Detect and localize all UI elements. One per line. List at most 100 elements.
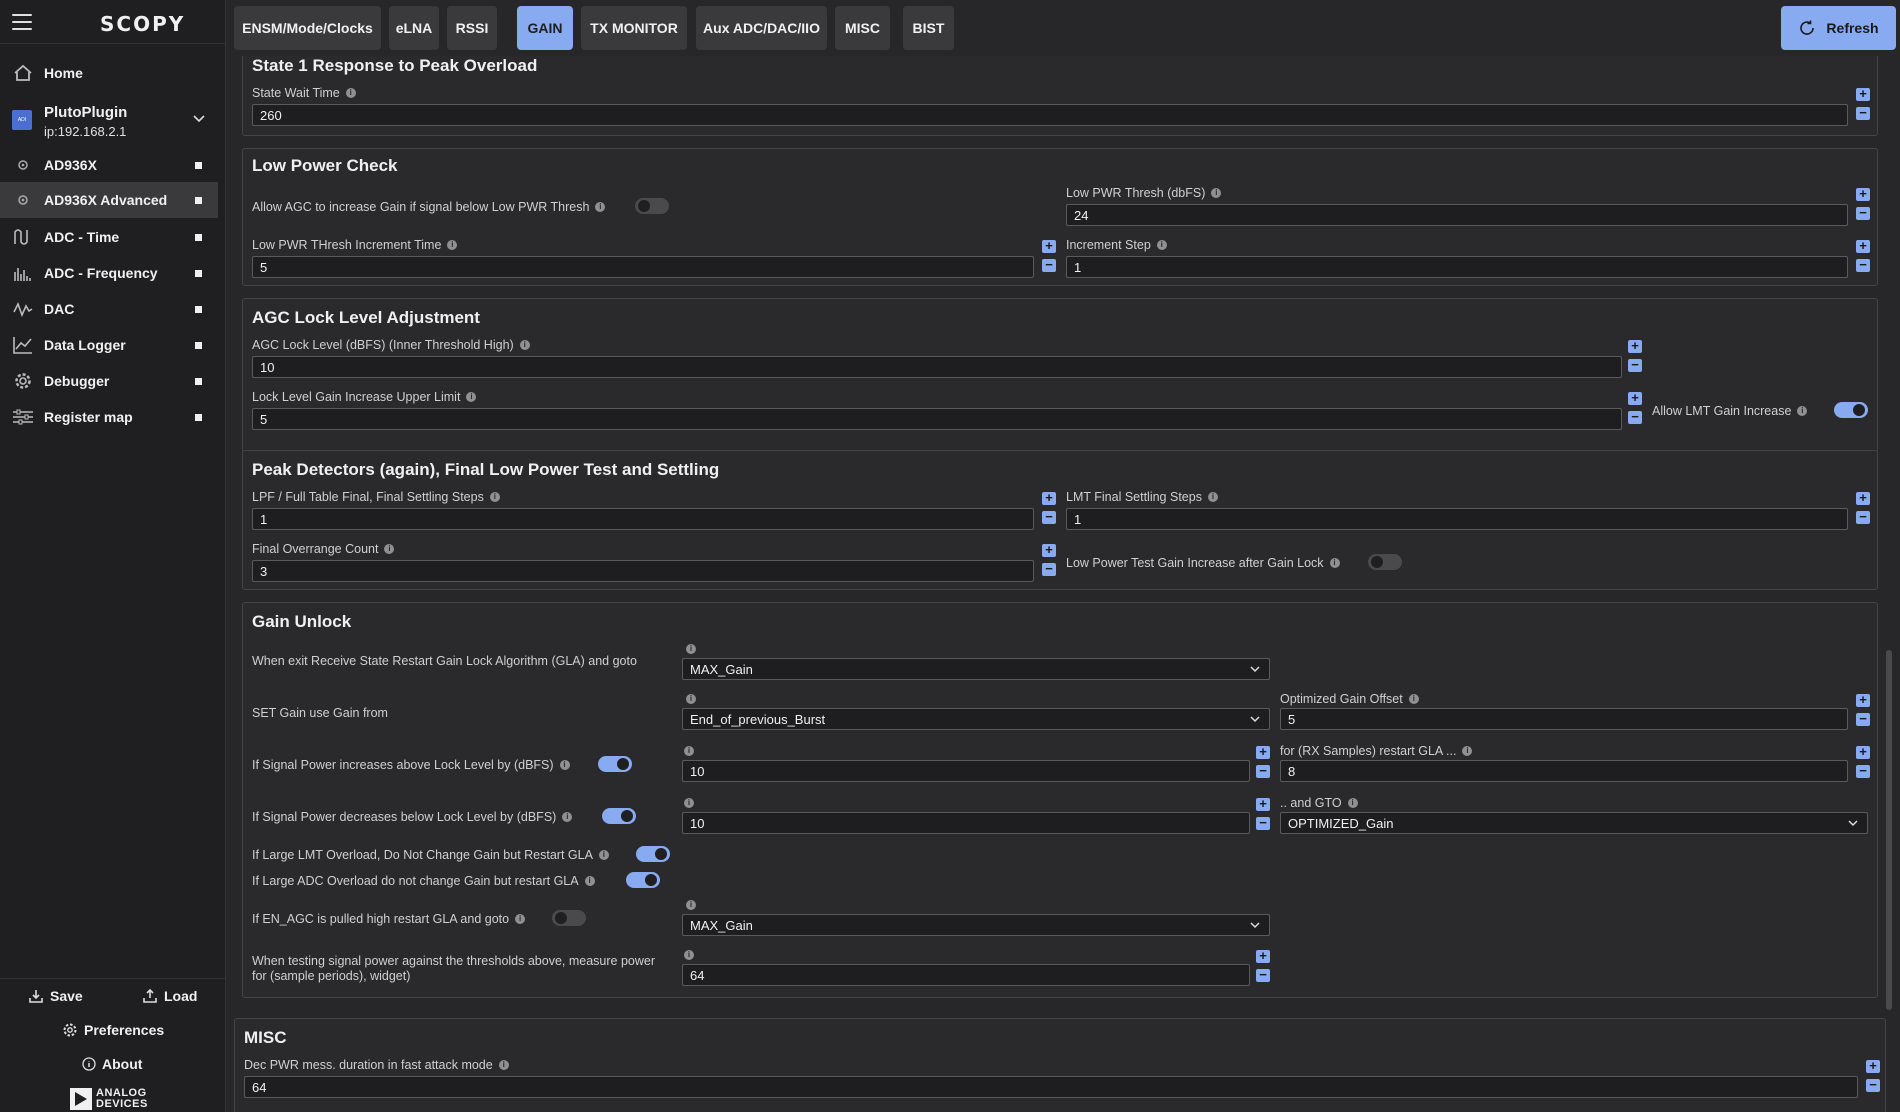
increment-step-stepper[interactable]: + − xyxy=(1856,239,1870,272)
increment-time-input[interactable]: 5 xyxy=(252,256,1034,278)
plus-icon: + xyxy=(1856,491,1870,505)
minus-icon: − xyxy=(1856,258,1870,272)
rx-samples-stepper[interactable]: + − xyxy=(1856,745,1870,778)
low-power-test-label: Low Power Test Gain Increase after Gain … xyxy=(1066,556,1340,570)
minus-icon: − xyxy=(1256,764,1270,778)
save-icon xyxy=(29,990,43,1003)
hamburger-menu-icon[interactable] xyxy=(12,14,32,30)
allow-agc-toggle[interactable] xyxy=(635,198,669,214)
save-button[interactable]: Save xyxy=(28,988,83,1004)
app-logo: SCOPY xyxy=(100,12,186,36)
sidebar-plugin-pluto[interactable]: ADI PlutoPlugin ip:192.168.2.1 xyxy=(0,100,218,142)
plus-icon: + xyxy=(1042,543,1056,557)
lmt-settling-input[interactable]: 1 xyxy=(1066,508,1848,530)
preferences-button[interactable]: Preferences xyxy=(62,1022,164,1038)
final-overrange-input[interactable]: 3 xyxy=(252,560,1034,582)
sidebar-item-ad936x[interactable]: AD936X xyxy=(0,147,218,183)
sidebar-item-home[interactable]: Home xyxy=(0,55,218,91)
final-overrange-stepper[interactable]: + − xyxy=(1042,543,1056,576)
dec-pwr-input[interactable]: 64 xyxy=(244,1076,1858,1098)
status-indicator xyxy=(195,377,202,385)
info-icon: i xyxy=(384,544,395,554)
sidebar-item-ad936x-advanced[interactable]: AD936X Advanced xyxy=(0,182,218,218)
sidebar: SCOPY Home ADI PlutoPlugin ip:192.168.2.… xyxy=(0,0,226,1112)
minus-icon: − xyxy=(1866,1078,1880,1092)
power-above-input[interactable]: 10 xyxy=(682,760,1250,782)
exit-restart-select[interactable]: MAX_Gain xyxy=(682,658,1270,680)
refresh-button[interactable]: Refresh xyxy=(1781,6,1896,50)
info-icon: i xyxy=(345,88,356,98)
optimized-gain-offset-input[interactable]: 5 xyxy=(1280,708,1848,730)
save-label: Save xyxy=(50,988,83,1004)
chevron-down-icon[interactable] xyxy=(192,112,206,129)
info-icon: i xyxy=(686,694,696,704)
dec-pwr-stepper[interactable]: + − xyxy=(1866,1059,1880,1092)
load-button[interactable]: Load xyxy=(142,988,197,1004)
power-above-toggle[interactable] xyxy=(598,756,632,772)
chevron-down-icon xyxy=(1250,666,1260,673)
increment-time-stepper[interactable]: + − xyxy=(1042,239,1056,272)
vertical-scrollbar[interactable] xyxy=(1886,650,1892,1010)
lmt-settling-stepper[interactable]: + − xyxy=(1856,491,1870,524)
tab-rssi[interactable]: RSSI xyxy=(447,6,497,50)
sidebar-item-register-map[interactable]: Register map xyxy=(0,399,218,435)
minus-icon: − xyxy=(1856,206,1870,220)
allow-lmt-toggle[interactable] xyxy=(1834,402,1868,418)
sidebar-item-dac[interactable]: DAC xyxy=(0,291,218,327)
lmt-overload-toggle[interactable] xyxy=(636,846,670,862)
agc-lock-level-input[interactable]: 10 xyxy=(252,356,1622,378)
sidebar-item-adc-frequency[interactable]: ADC - Frequency xyxy=(0,255,218,291)
rx-samples-input[interactable]: 8 xyxy=(1280,760,1848,782)
sidebar-footer xyxy=(0,978,226,979)
increment-time-label: Low PWR THresh Increment Time i xyxy=(252,238,458,252)
optimized-gain-offset-stepper[interactable]: + − xyxy=(1856,693,1870,726)
lpf-settling-stepper[interactable]: + − xyxy=(1042,491,1056,524)
en-agc-toggle[interactable] xyxy=(552,910,586,926)
increment-step-input[interactable]: 1 xyxy=(1066,256,1848,278)
chevron-down-icon xyxy=(1848,820,1858,827)
tab-tx-monitor[interactable]: TX MONITOR xyxy=(581,6,687,50)
power-below-label: If Signal Power decreases below Lock Lev… xyxy=(252,810,573,824)
tab-bist[interactable]: BIST xyxy=(903,6,954,50)
sidebar-item-data-logger[interactable]: Data Logger xyxy=(0,327,218,363)
sidebar-item-adc-time[interactable]: ADC - Time xyxy=(0,219,218,255)
tab-aux-adc-dac-iio[interactable]: Aux ADC/DAC/IIO xyxy=(696,6,827,50)
measure-power-input[interactable]: 64 xyxy=(682,964,1250,986)
agc-lock-level-stepper[interactable]: + − xyxy=(1628,339,1642,372)
measure-power-stepper[interactable]: + − xyxy=(1256,949,1270,982)
low-pwr-thresh-input[interactable]: 24 xyxy=(1066,204,1848,226)
upper-limit-stepper[interactable]: + − xyxy=(1628,391,1642,424)
tab-ensm-mode-clocks[interactable]: ENSM/Mode/Clocks xyxy=(234,6,381,50)
power-below-stepper[interactable]: + − xyxy=(1256,797,1270,830)
gto-select[interactable]: OPTIMIZED_Gain xyxy=(1280,812,1868,834)
measure-power-label: When testing signal power against the th… xyxy=(252,954,656,983)
tab-gain[interactable]: GAIN xyxy=(517,6,573,50)
state-wait-time-stepper[interactable]: + − xyxy=(1856,87,1870,120)
tab-misc[interactable]: MISC xyxy=(835,6,890,50)
power-above-stepper[interactable]: + − xyxy=(1256,745,1270,778)
low-pwr-thresh-stepper[interactable]: + − xyxy=(1856,187,1870,220)
info-icon: i xyxy=(1347,798,1358,808)
lmt-overload-label: If Large LMT Overload, Do Not Change Gai… xyxy=(252,848,609,862)
info-icon: i xyxy=(684,798,694,808)
tab-elna[interactable]: eLNA xyxy=(389,6,439,50)
status-indicator xyxy=(195,233,202,241)
low-power-test-toggle[interactable] xyxy=(1368,554,1402,570)
plus-icon: + xyxy=(1856,187,1870,201)
upper-limit-input[interactable]: 5 xyxy=(252,408,1622,430)
power-below-input[interactable]: 10 xyxy=(682,812,1250,834)
en-agc-label: If EN_AGC is pulled high restart GLA and… xyxy=(252,912,526,926)
power-below-toggle[interactable] xyxy=(602,808,636,824)
about-button[interactable]: About xyxy=(82,1056,142,1072)
lpf-settling-input[interactable]: 1 xyxy=(252,508,1034,530)
final-overrange-label: Final Overrange Count i xyxy=(252,542,395,556)
sidebar-item-label: AD936X Advanced xyxy=(44,192,168,208)
status-indicator xyxy=(195,341,202,349)
set-gain-select[interactable]: End_of_previous_Burst xyxy=(682,708,1270,730)
sidebar-item-debugger[interactable]: Debugger xyxy=(0,363,218,399)
state-wait-time-label: State Wait Time i xyxy=(252,86,356,100)
preferences-label: Preferences xyxy=(84,1022,165,1038)
adc-overload-toggle[interactable] xyxy=(626,872,660,888)
en-agc-select[interactable]: MAX_Gain xyxy=(682,914,1270,936)
state-wait-time-input[interactable]: 260 xyxy=(252,104,1848,126)
